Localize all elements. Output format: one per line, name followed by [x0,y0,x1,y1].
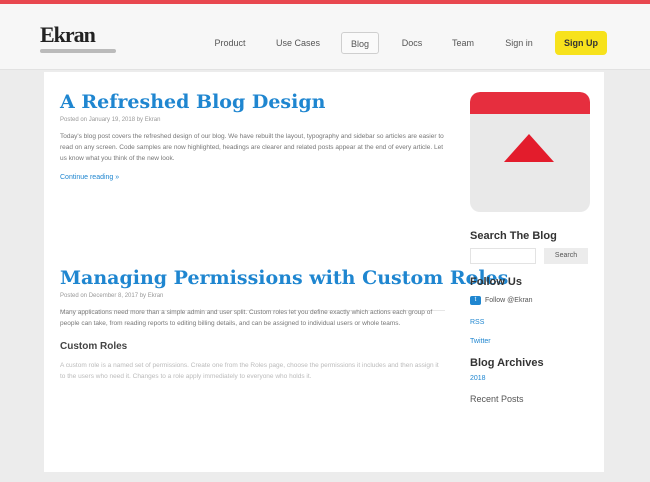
triangle-logo-icon [504,134,554,162]
follow-title: Follow Us [470,276,522,288]
post-meta: Posted on January 19, 2018 by Ekran [60,117,161,123]
post-title[interactable]: Managing Permissions with Custom Roles [60,266,508,290]
sidebar: Search The Blog Search Follow Us t Follo… [470,92,590,404]
archive-link[interactable]: 2018 [470,375,590,382]
search-form: Search [470,246,590,268]
search-title: Search The Blog [470,230,557,242]
promo-card-header [470,92,590,114]
twitter-link[interactable]: Twitter [470,338,590,345]
recent-posts-title: Recent Posts [470,394,524,404]
nav-product[interactable]: Product [210,32,250,54]
nav-use-cases[interactable]: Use Cases [272,32,324,54]
archives-title: Blog Archives [470,357,544,369]
site-header: Ekran Product Use Cases Blog Docs Team S… [0,4,650,70]
blog-post: Managing Permissions with Custom Roles P… [60,266,508,382]
nav-team[interactable]: Team [447,32,479,54]
site-logo[interactable]: Ekran [40,22,120,48]
read-more-link[interactable]: Continue reading » [60,174,119,181]
post-paragraph: A custom role is a named set of permissi… [60,362,439,380]
follow-twitter[interactable]: t Follow @Ekran [470,296,590,305]
search-input[interactable] [470,248,536,264]
follow-label: Follow @Ekran [485,297,533,304]
rss-link[interactable]: RSS [470,319,590,326]
nav-docs[interactable]: Docs [396,32,428,54]
twitter-icon: t [470,296,481,305]
post-subheading: Custom Roles [60,341,128,352]
signup-button[interactable]: Sign Up [555,31,607,55]
post-title[interactable]: A Refreshed Blog Design [60,90,445,114]
post-excerpt: Many applications need more than a simpl… [60,309,433,327]
promo-card[interactable] [470,92,590,212]
logo-tagline [40,49,116,53]
nav-sign-in[interactable]: Sign in [500,32,538,54]
post-meta: Posted on December 8, 2017 by Ekran [60,293,164,299]
nav-blog[interactable]: Blog [341,32,379,54]
search-button[interactable]: Search [544,248,588,264]
post-excerpt: Today's blog post covers the refreshed d… [60,133,444,162]
blog-post: A Refreshed Blog Design Posted on Januar… [60,90,445,184]
